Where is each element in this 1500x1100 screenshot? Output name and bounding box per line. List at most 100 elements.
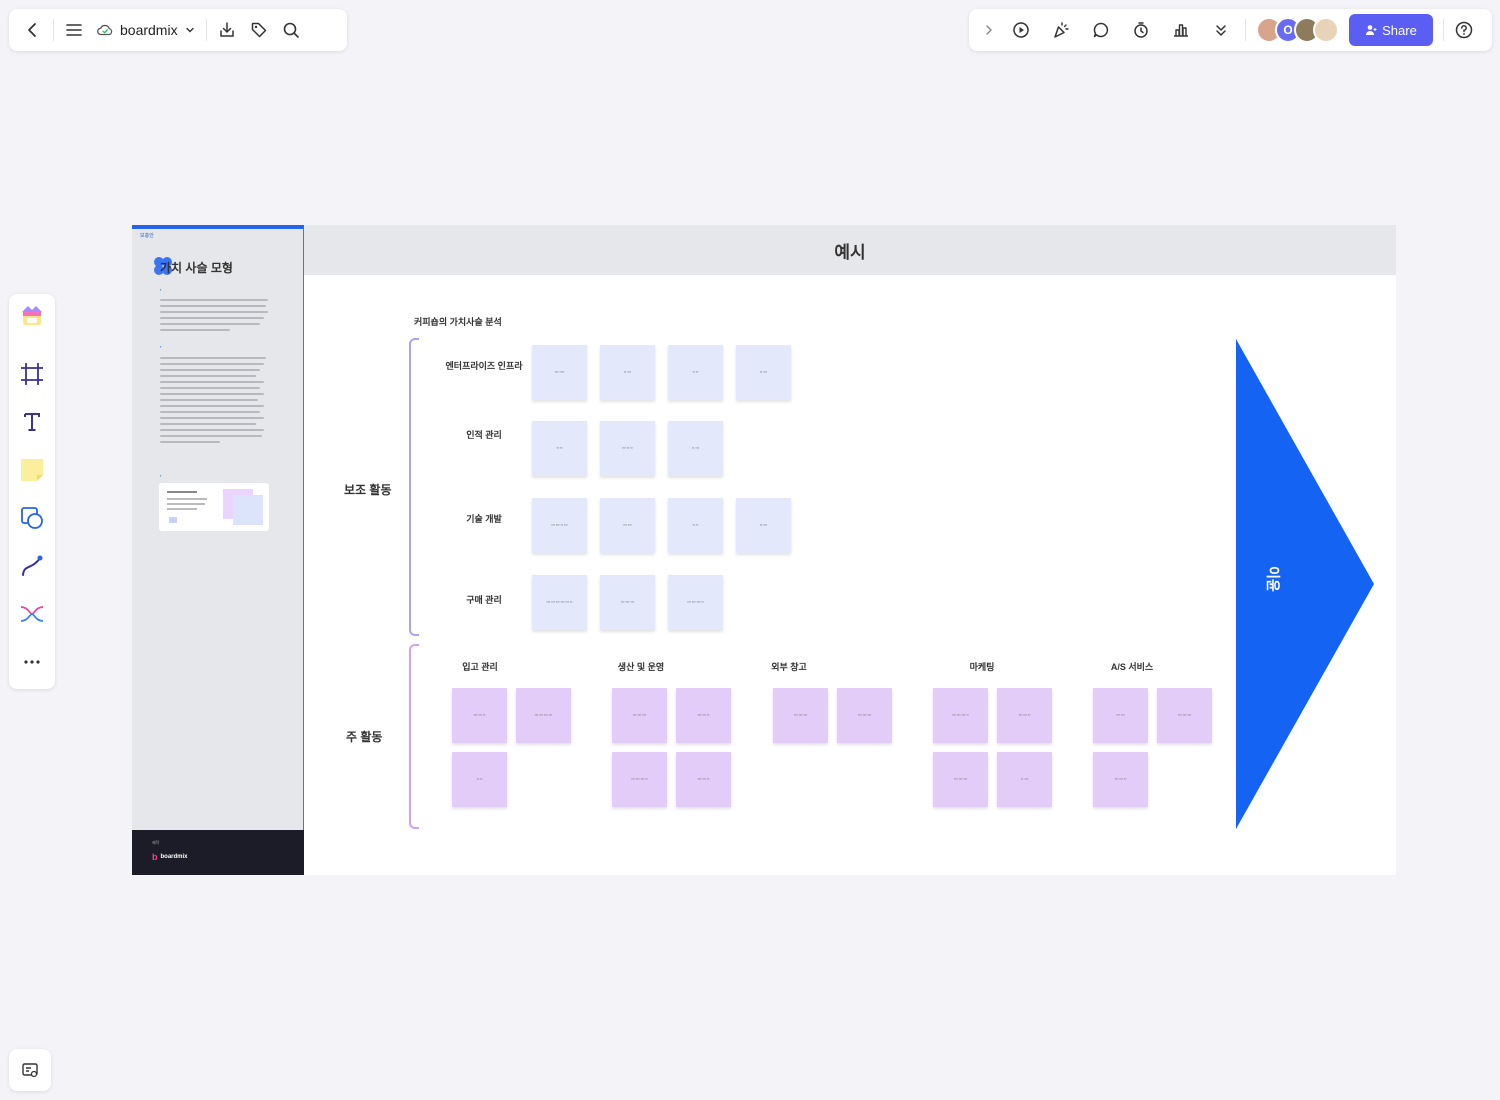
col-label-service: A/S 서비스 <box>1110 662 1154 672</box>
tag-icon[interactable] <box>243 14 275 46</box>
document-name-dropdown[interactable]: boardmix <box>90 14 202 46</box>
timer-icon[interactable] <box>1125 14 1157 46</box>
text-line <box>160 411 260 413</box>
comment-icon[interactable] <box>1085 14 1117 46</box>
sticky-note[interactable]: ▪▪▪ ▪▪▪ ▪▪▪ ▪▪▪ ▪▪▪ ▪▪ <box>532 575 587 630</box>
minimap-toggle-icon[interactable] <box>9 1049 51 1091</box>
more-down-icon[interactable] <box>1205 14 1237 46</box>
sticky-note[interactable]: ▪▪▪ ▪▪▪ ▪▪ ▪▪▪ <box>532 498 587 553</box>
sticky-note[interactable]: ▪▪▪ ▪▪▪ <box>600 498 655 553</box>
sticky-note[interactable]: ▪▪ ▪▪▪ <box>997 752 1052 807</box>
text-line <box>160 429 264 431</box>
text-line <box>160 357 266 359</box>
text-line <box>160 399 258 401</box>
canvas-board[interactable]: 보충안 가치 사슬 모형 ▪ ▪ ▪ 제작 b boardmix 예시 커피숍의… <box>132 225 1396 875</box>
sticky-note[interactable]: ▪▪▪ ▪▪▪ <box>1093 688 1148 743</box>
mindmap-icon[interactable] <box>16 598 48 630</box>
primary-activities-label: 주 활동 <box>346 730 383 744</box>
template-icon[interactable] <box>16 300 48 332</box>
margin-label: 이윤 <box>1264 566 1281 592</box>
shape-icon[interactable] <box>16 502 48 534</box>
sticky-note-icon[interactable] <box>16 454 48 486</box>
sticky-note[interactable]: ▪▪▪ ▪▪▪ ▪▪▪ ▪▪▪ <box>516 688 571 743</box>
share-button[interactable]: Share <box>1349 14 1433 46</box>
col-label-outbound: 외부 창고 <box>771 662 807 672</box>
top-left-toolbar: boardmix <box>9 9 347 51</box>
row-label-tech: 기술 개발 <box>466 514 502 524</box>
app-name: boardmix <box>120 22 178 38</box>
text-line <box>160 299 268 301</box>
sticky-note[interactable]: ▪▪ ▪▪▪ <box>736 345 791 400</box>
text-line <box>160 405 264 407</box>
text-line <box>160 381 264 383</box>
search-icon[interactable] <box>275 14 307 46</box>
more-icon[interactable] <box>16 646 48 678</box>
board-header-text: 예시 <box>834 242 866 262</box>
sticky-note[interactable]: ▪▪▪ ▪▪▪ ▪▪▪ ▪▪ <box>668 575 723 630</box>
sticky-note[interactable]: ▪▪ ▪▪ <box>532 421 587 476</box>
sticky-note[interactable]: ▪▪ ▪▪ <box>452 752 507 807</box>
margin-arrow <box>1236 339 1374 829</box>
sticky-note[interactable]: ▪▪▪ ▪▪▪ ▪▪ <box>997 688 1052 743</box>
row-label-procurement: 구매 관리 <box>466 595 502 605</box>
back-icon[interactable] <box>17 14 49 46</box>
collaborator-avatars[interactable]: O <box>1256 17 1339 43</box>
text-icon[interactable] <box>16 406 48 438</box>
sticky-note[interactable]: ▪▪▪ ▪▪▪ ▪▪▪ <box>773 688 828 743</box>
sticky-note[interactable]: ▪▪ ▪▪▪ <box>736 498 791 553</box>
divider <box>1443 19 1444 41</box>
divider <box>205 19 207 41</box>
sticky-note[interactable]: ▪▪▪ ▪▪▪ ▪▪ <box>452 688 507 743</box>
text-line <box>160 323 260 325</box>
sticky-note[interactable]: ▪▪▪ ▪▪▪ ▪▪ <box>676 752 731 807</box>
sticky-note[interactable]: ▪▪▪ ▪▪▪ ▪▪▪ <box>933 752 988 807</box>
footer-brand-text: boardmix <box>160 854 188 860</box>
sticky-note[interactable]: ▪▪▪ ▪▪▪▪ <box>532 345 587 400</box>
divider <box>53 19 54 41</box>
sticky-note[interactable]: ▪▪ ▪▪ <box>668 345 723 400</box>
sticky-note[interactable]: ▪▪▪ ▪▪▪ ▪▪▪ ▪▪ <box>612 752 667 807</box>
user-plus-icon <box>1366 25 1377 35</box>
boardmix-logo-icon: b <box>152 852 158 862</box>
text-line <box>160 423 256 425</box>
expand-icon[interactable] <box>977 14 1001 46</box>
text-line <box>160 393 264 395</box>
cloud-icon <box>97 24 113 36</box>
text-line <box>160 417 264 419</box>
creation-toolbar <box>9 294 55 689</box>
panel-tag: 보충안 <box>140 233 154 239</box>
panel-example-card <box>159 483 269 531</box>
text-line <box>160 375 256 377</box>
text-line <box>160 441 220 443</box>
sticky-note[interactable]: ▪▪ ▪▪▪ <box>600 345 655 400</box>
template-info-panel: 보충안 가치 사슬 모형 ▪ ▪ ▪ 제작 b boardmix <box>132 225 304 875</box>
menu-icon[interactable] <box>58 14 90 46</box>
sticky-note[interactable]: ▪▪▪ ▪▪▪ ▪▪ <box>1093 752 1148 807</box>
support-activities-label: 보조 활동 <box>344 483 392 497</box>
sticky-note[interactable]: ▪▪▪ ▪▪▪ ▪▪▪ <box>600 575 655 630</box>
chevron-down-icon <box>185 27 194 33</box>
vote-icon[interactable] <box>1165 14 1197 46</box>
sticky-note[interactable]: ▪▪▪ ▪▪ ▪▪ <box>600 421 655 476</box>
footer-label: 제작 <box>152 840 160 845</box>
sticky-note[interactable]: ▪▪ ▪▪ <box>668 498 723 553</box>
board-header: 예시 <box>304 225 1396 275</box>
help-icon[interactable] <box>1448 14 1480 46</box>
panel-subheading: ▪ <box>160 473 162 478</box>
play-icon[interactable] <box>1005 14 1037 46</box>
primary-bracket <box>409 644 419 829</box>
sticky-note[interactable]: ▪▪▪ ▪▪▪ ▪▪▪ <box>1157 688 1212 743</box>
sticky-note[interactable]: ▪▪▪ ▪▪▪ ▪▪ <box>676 688 731 743</box>
sticky-note[interactable]: ▪▪ ▪▪▪ <box>668 421 723 476</box>
top-right-toolbar: O Share <box>969 9 1492 51</box>
panel-title: 가치 사슬 모형 <box>160 261 233 275</box>
col-label-inbound: 입고 관리 <box>462 662 498 672</box>
col-label-marketing: 마케팅 <box>969 662 995 672</box>
download-icon[interactable] <box>211 14 243 46</box>
connector-icon[interactable] <box>16 550 48 582</box>
frame-icon[interactable] <box>16 358 48 390</box>
sticky-note[interactable]: ▪▪▪ ▪▪▪ ▪▪▪ ▪▪ <box>933 688 988 743</box>
sticky-note[interactable]: ▪▪▪ ▪▪▪ ▪▪▪ <box>612 688 667 743</box>
sticky-note[interactable]: ▪▪▪ ▪▪▪ ▪▪▪ <box>837 688 892 743</box>
celebrate-icon[interactable] <box>1045 14 1077 46</box>
